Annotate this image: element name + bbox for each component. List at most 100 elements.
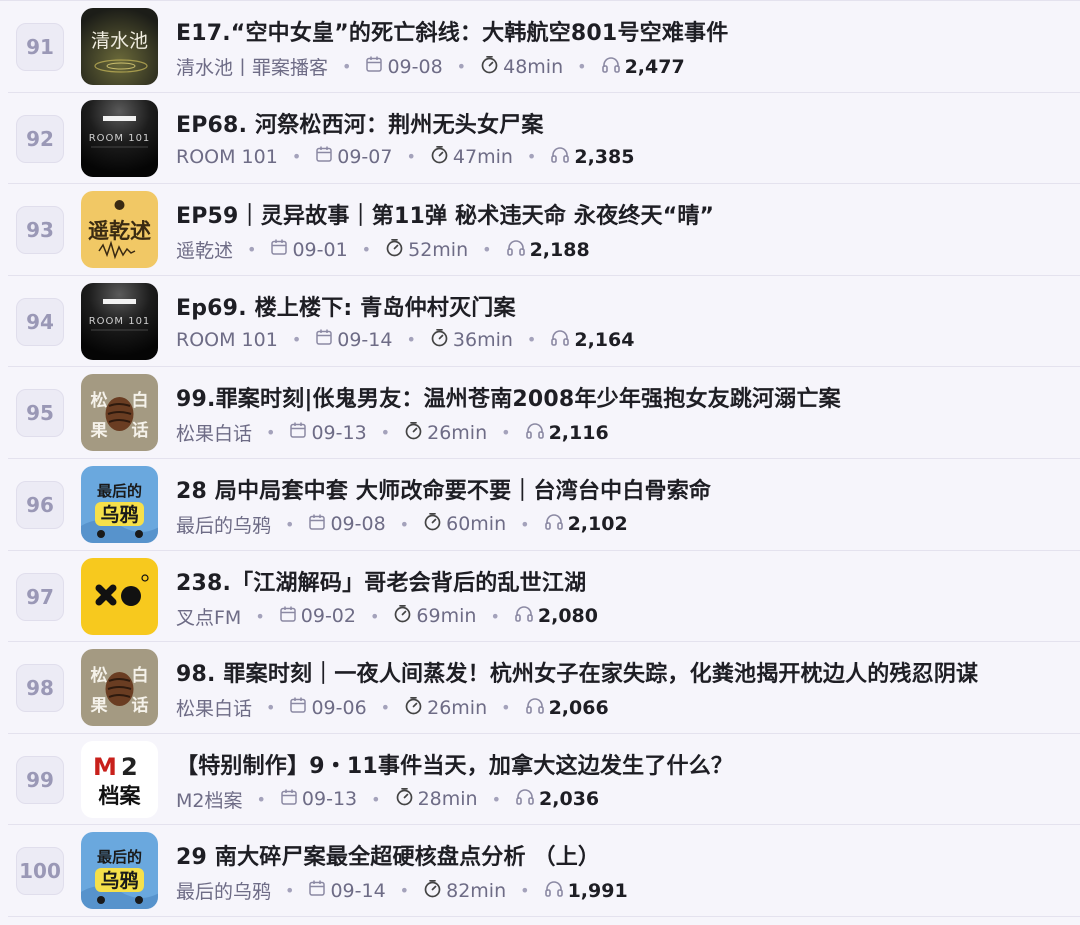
episode-title[interactable]: 98. 罪案时刻｜一夜人间蒸发！杭州女子在家失踪，化粪池揭开枕边人的残忍阴谋 bbox=[176, 656, 1072, 688]
podcast-cover-image[interactable]: ROOM 101 bbox=[81, 99, 158, 177]
episode-row[interactable]: 100 最后的 乌鸦 29 南大碎尸案最全超硬核盘点分析 （上） 最后的乌鸦 • 09-14… bbox=[8, 825, 1080, 917]
episode-title[interactable]: 【特别制作】9・11事件当天，加拿大这边发生了什么？ bbox=[176, 748, 1072, 780]
headphones-icon bbox=[544, 512, 564, 536]
svg-text:清水池: 清水池 bbox=[91, 30, 148, 52]
svg-text:最后的: 最后的 bbox=[97, 848, 142, 866]
podcast-name-link[interactable]: 最后的乌鸦 bbox=[176, 511, 271, 538]
episode-row[interactable]: 91 清水池 E17.“空中女皇”的死亡斜线：大韩航空801号空难事件清水池丨罪案播… bbox=[8, 1, 1080, 93]
duration: 82min bbox=[446, 879, 507, 902]
svg-text:白: 白 bbox=[132, 665, 149, 686]
separator-dot: • bbox=[369, 606, 380, 626]
episode-title[interactable]: E17.“空中女皇”的死亡斜线：大韩航空801号空难事件 bbox=[176, 15, 1072, 47]
episode-row[interactable]: 92 ROOM 101 EP68. 河祭松西河：荆州无头女尸案 ROOM 101 • 09… bbox=[8, 93, 1080, 185]
separator-dot: • bbox=[406, 330, 416, 350]
publish-date: 09-08 bbox=[387, 55, 443, 78]
separator-dot: • bbox=[520, 514, 530, 534]
separator-dot: • bbox=[361, 240, 372, 260]
rank-badge: 98 bbox=[16, 664, 64, 713]
episode-title[interactable]: 28 局中局套中套 大师改命要不要｜台湾台中白骨索命 bbox=[176, 473, 1072, 505]
episode-row[interactable]: 99 M 2 档案 【特别制作】9・11事件当天，加拿大这边发生了什么？ M2档案 • 09-… bbox=[8, 734, 1080, 826]
podcast-cover-image[interactable]: 最后的 乌鸦 bbox=[81, 465, 158, 543]
calendar-icon bbox=[315, 145, 333, 168]
episode-row[interactable]: 93 遥乾述 EP59｜灵异故事｜第11弹 秘术违天命 永夜终天“晴” 遥乾述 • 09-… bbox=[8, 184, 1080, 276]
podcast-name-link[interactable]: ROOM 101 bbox=[176, 146, 278, 168]
duration: 48min bbox=[503, 55, 564, 78]
svg-text:果: 果 bbox=[91, 696, 108, 716]
podcast-name-link[interactable]: 松果白话 bbox=[176, 694, 252, 721]
publish-date: 09-02 bbox=[300, 605, 356, 628]
svg-text:乌鸦: 乌鸦 bbox=[100, 869, 138, 892]
separator-dot: • bbox=[406, 147, 416, 167]
separator-dot: • bbox=[256, 789, 266, 809]
episode-row[interactable]: 97 238.「江湖解码」哥老会背后的乱世江湖 叉点FM • 09-02 • 69min • 2… bbox=[8, 551, 1080, 643]
play-count: 2,116 bbox=[548, 421, 609, 444]
svg-text:档案: 档案 bbox=[99, 784, 142, 808]
podcast-cover-image[interactable]: 松 白果 话 bbox=[81, 374, 158, 452]
separator-dot: • bbox=[285, 881, 295, 901]
episode-row[interactable]: 96 最后的 乌鸦 28 局中局套中套 大师改命要不要｜台湾台中白骨索命 最后的乌鸦 • 0… bbox=[8, 459, 1080, 551]
headphones-icon bbox=[544, 879, 564, 903]
play-count: 1,991 bbox=[567, 879, 628, 902]
stopwatch-icon bbox=[480, 55, 499, 79]
svg-text:话: 话 bbox=[132, 695, 149, 716]
stopwatch-icon bbox=[430, 328, 449, 352]
publish-date: 09-07 bbox=[337, 145, 393, 168]
podcast-name-link[interactable]: 遥乾述 bbox=[176, 236, 233, 263]
episode-row[interactable]: 94 ROOM 101 Ep69. 楼上楼下: 青岛仲村灭门案 ROOM 101 • 09… bbox=[8, 276, 1080, 368]
episode-meta: 叉点FM • 09-02 • 69min • 2,080 bbox=[176, 603, 1072, 630]
podcast-name-link[interactable]: 清水池丨罪案播客 bbox=[176, 53, 328, 80]
duration: 47min bbox=[452, 145, 513, 168]
separator-dot: • bbox=[291, 147, 302, 167]
episode-title[interactable]: Ep69. 楼上楼下: 青岛仲村灭门案 bbox=[176, 290, 1072, 322]
headphones-icon bbox=[514, 604, 534, 628]
play-count: 2,385 bbox=[574, 145, 635, 168]
calendar-icon bbox=[365, 55, 383, 78]
headphones-icon bbox=[515, 787, 535, 811]
svg-text:乌鸦: 乌鸦 bbox=[100, 503, 138, 526]
podcast-cover-image[interactable]: 松 白果 话 bbox=[81, 649, 158, 727]
episode-title[interactable]: EP68. 河祭松西河：荆州无头女尸案 bbox=[176, 107, 1072, 139]
podcast-name-link[interactable]: 松果白话 bbox=[176, 419, 252, 446]
episode-title[interactable]: 238.「江湖解码」哥老会背后的乱世江湖 bbox=[176, 565, 1072, 597]
rank-badge: 100 bbox=[16, 847, 64, 896]
duration: 60min bbox=[446, 513, 507, 536]
podcast-cover-image[interactable] bbox=[81, 557, 158, 635]
rank-badge: 95 bbox=[16, 389, 64, 438]
episode-row[interactable]: 95 松 白果 话 99.罪案时刻|伥鬼男友：温州苍南2008年少年强抱女友跳河溺亡案松… bbox=[8, 367, 1080, 459]
svg-text:最后的: 最后的 bbox=[97, 482, 142, 500]
podcast-cover-image[interactable]: 最后的 乌鸦 bbox=[81, 832, 158, 910]
publish-date: 09-14 bbox=[330, 879, 386, 902]
episode-meta: ROOM 101 • 09-07 • 47min • 2,385 bbox=[176, 145, 1072, 169]
podcast-cover-image[interactable]: 清水池 bbox=[81, 8, 158, 85]
separator-dot: • bbox=[291, 330, 302, 350]
podcast-cover-image[interactable]: ROOM 101 bbox=[81, 282, 158, 360]
episode-meta: ROOM 101 • 09-14 • 36min • 2,164 bbox=[176, 328, 1072, 352]
episode-title[interactable]: 29 南大碎尸案最全超硬核盘点分析 （上） bbox=[176, 839, 1072, 871]
separator-dot: • bbox=[491, 789, 502, 809]
podcast-name-link[interactable]: M2档案 bbox=[176, 786, 242, 813]
calendar-icon bbox=[315, 328, 333, 351]
duration: 26min bbox=[427, 421, 488, 444]
separator-dot: • bbox=[577, 57, 587, 76]
podcast-cover-image[interactable]: M 2 档案 bbox=[81, 740, 158, 818]
episode-row[interactable]: 98 松 白果 话 98. 罪案时刻｜一夜人间蒸发！杭州女子在家失踪，化粪池揭开枕边人的… bbox=[8, 642, 1080, 734]
publish-date: 09-13 bbox=[311, 421, 367, 444]
podcast-name-link[interactable]: 叉点FM bbox=[176, 603, 241, 630]
separator-dot: • bbox=[526, 330, 537, 350]
publish-date: 09-14 bbox=[337, 328, 393, 351]
podcast-cover-image[interactable]: 遥乾述 bbox=[81, 191, 158, 269]
rank-badge: 91 bbox=[16, 23, 64, 71]
rank-badge: 93 bbox=[16, 206, 64, 255]
episode-title[interactable]: 99.罪案时刻|伥鬼男友：温州苍南2008年少年强抱女友跳河溺亡案 bbox=[176, 381, 1072, 413]
calendar-icon bbox=[279, 605, 297, 628]
publish-date: 09-08 bbox=[330, 513, 386, 536]
episode-title[interactable]: EP59｜灵异故事｜第11弹 秘术违天命 永夜终天“晴” bbox=[176, 198, 1072, 230]
separator-dot: • bbox=[399, 514, 410, 534]
separator-dot: • bbox=[456, 57, 467, 76]
headphones-icon bbox=[525, 696, 545, 720]
podcast-name-link[interactable]: 最后的乌鸦 bbox=[176, 877, 271, 904]
separator-dot: • bbox=[501, 423, 511, 443]
separator-dot: • bbox=[490, 606, 500, 626]
podcast-name-link[interactable]: ROOM 101 bbox=[176, 329, 278, 351]
rank-badge: 96 bbox=[16, 480, 64, 529]
